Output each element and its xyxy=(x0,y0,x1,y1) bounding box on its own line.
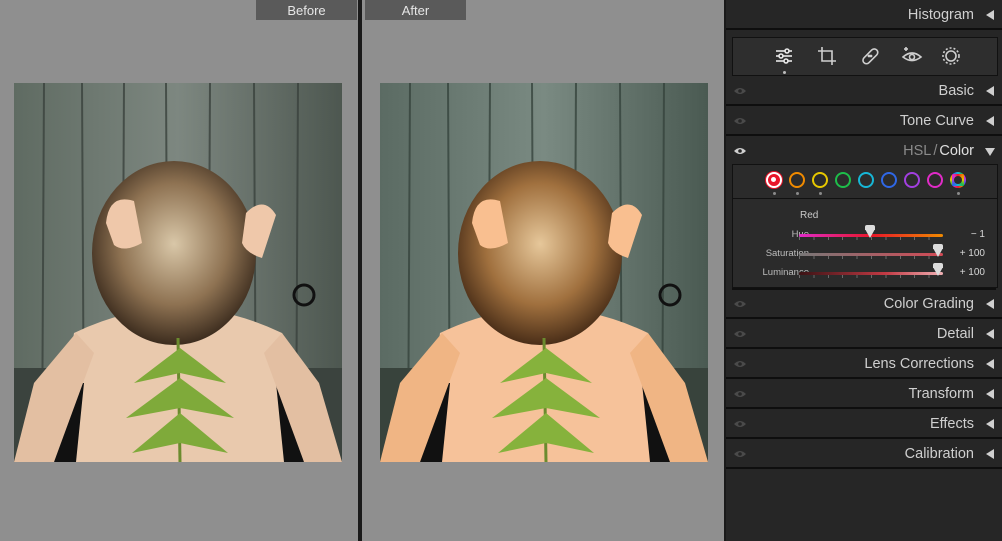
lens-corrections-title: Lens Corrections xyxy=(864,356,974,372)
hsl-color-panel: Red Hue − 1 Saturation + 100 Luminance +… xyxy=(732,164,998,288)
calibration-section-header[interactable]: Calibration xyxy=(726,439,1002,469)
eye-icon[interactable] xyxy=(734,420,746,428)
eye-icon[interactable] xyxy=(734,117,746,125)
swatch-dot xyxy=(819,192,822,195)
red-eye-icon[interactable] xyxy=(900,44,924,68)
color-grading-section-header[interactable]: Color Grading xyxy=(726,289,1002,319)
eye-icon[interactable] xyxy=(734,360,746,368)
collapse-triangle-icon xyxy=(986,359,994,369)
eye-icon[interactable] xyxy=(734,390,746,398)
edit-sliders-icon[interactable] xyxy=(772,44,796,68)
purple-swatch[interactable] xyxy=(904,172,920,188)
aqua-swatch[interactable] xyxy=(858,172,874,188)
after-photo xyxy=(380,83,708,462)
saturation-value[interactable]: + 100 xyxy=(960,248,985,259)
transform-section-header[interactable]: Transform xyxy=(726,379,1002,409)
luminance-slider-row: Luminance + 100 xyxy=(733,263,997,281)
eye-icon[interactable] xyxy=(734,330,746,338)
tone-curve-title: Tone Curve xyxy=(899,113,974,129)
hue-value[interactable]: − 1 xyxy=(971,229,985,240)
magenta-swatch[interactable] xyxy=(927,172,943,188)
effects-section-header[interactable]: Effects xyxy=(726,409,1002,439)
after-label: After xyxy=(365,0,466,20)
blue-swatch[interactable] xyxy=(881,172,897,188)
crop-icon[interactable] xyxy=(815,44,839,68)
slider-ticks xyxy=(799,256,943,259)
eye-icon[interactable] xyxy=(734,87,746,95)
lens-corrections-section-header[interactable]: Lens Corrections xyxy=(726,349,1002,379)
tool-strip xyxy=(732,37,998,76)
compare-view: Before After xyxy=(0,0,724,541)
eye-icon[interactable] xyxy=(734,147,746,155)
effects-title: Effects xyxy=(929,416,974,432)
hue-slider-row: Hue − 1 xyxy=(733,225,997,243)
orange-swatch[interactable] xyxy=(789,172,805,188)
masking-icon[interactable] xyxy=(939,44,963,68)
hsl-tab[interactable]: HSL xyxy=(903,143,931,159)
slider-ticks xyxy=(799,275,943,278)
detail-title: Detail xyxy=(936,326,974,342)
yellow-swatch[interactable] xyxy=(812,172,828,188)
expand-triangle-icon xyxy=(985,148,995,156)
color-grading-title: Color Grading xyxy=(883,296,974,312)
basic-title: Basic xyxy=(938,83,974,99)
histogram-title: Histogram xyxy=(907,7,974,23)
healing-bandage-icon[interactable] xyxy=(858,44,882,68)
before-pane: Before xyxy=(0,0,358,541)
swatch-dot xyxy=(773,192,776,195)
hsl-color-section-header[interactable]: HSL / Color xyxy=(726,136,1002,166)
collapse-triangle-icon xyxy=(986,389,994,399)
histogram-header[interactable]: Histogram xyxy=(726,0,1002,30)
hue-slider-thumb[interactable] xyxy=(865,225,875,238)
basic-section-header[interactable]: Basic xyxy=(726,76,1002,106)
collapse-triangle-icon xyxy=(986,86,994,96)
color-tab[interactable]: Color xyxy=(939,143,974,159)
swatch-dot xyxy=(957,192,960,195)
eye-icon[interactable] xyxy=(734,450,746,458)
before-label: Before xyxy=(256,0,357,20)
after-pane: After xyxy=(362,0,724,541)
hsl-color-title: HSL / Color xyxy=(903,143,974,159)
eye-icon[interactable] xyxy=(734,300,746,308)
calibration-title: Calibration xyxy=(904,446,974,462)
luminance-value[interactable]: + 100 xyxy=(960,267,985,278)
collapse-triangle-icon xyxy=(986,10,994,20)
collapse-triangle-icon xyxy=(986,299,994,309)
photo-image xyxy=(380,83,708,462)
active-tool-indicator xyxy=(783,71,786,74)
collapse-triangle-icon xyxy=(986,449,994,459)
all-colors-swatch[interactable] xyxy=(950,172,966,188)
photo-image xyxy=(14,83,342,462)
transform-title: Transform xyxy=(908,386,974,402)
tone-curve-section-header[interactable]: Tone Curve xyxy=(726,106,1002,136)
selected-color-label: Red xyxy=(800,210,819,221)
color-swatch-row xyxy=(733,165,997,199)
red-swatch[interactable] xyxy=(766,172,782,188)
before-photo xyxy=(14,83,342,462)
detail-section-header[interactable]: Detail xyxy=(726,319,1002,349)
swatch-dot xyxy=(796,192,799,195)
collapse-triangle-icon xyxy=(986,116,994,126)
saturation-slider-thumb[interactable] xyxy=(933,244,943,257)
luminance-slider-thumb[interactable] xyxy=(933,263,943,276)
green-swatch[interactable] xyxy=(835,172,851,188)
collapse-triangle-icon xyxy=(986,329,994,339)
develop-panel: Histogram Basic Tone Curve HSL / Color R… xyxy=(726,0,1002,541)
collapse-triangle-icon xyxy=(986,419,994,429)
saturation-slider-row: Saturation + 100 xyxy=(733,244,997,262)
